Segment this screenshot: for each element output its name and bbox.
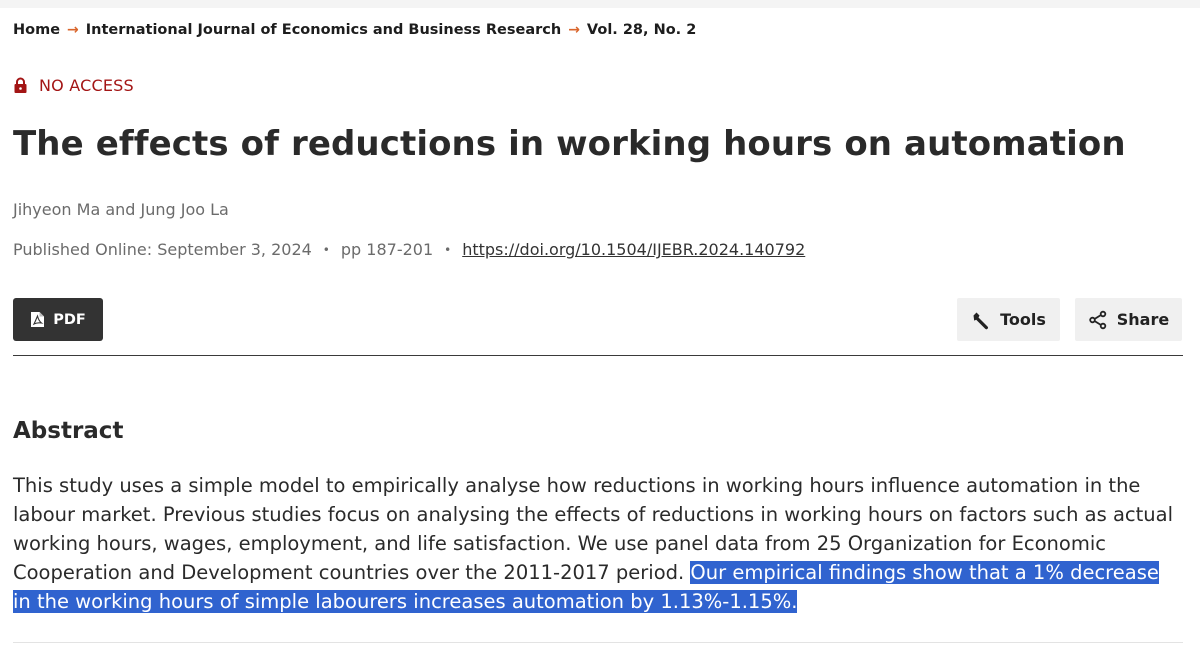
share-button[interactable]: Share <box>1075 298 1182 341</box>
breadcrumb-home-link[interactable]: Home <box>13 22 60 38</box>
tools-button-label: Tools <box>1000 310 1046 329</box>
doi-link[interactable]: https://doi.org/10.1504/IJEBR.2024.14079… <box>462 240 805 259</box>
abstract-heading: Abstract <box>13 418 124 444</box>
page-range: pp 187-201 <box>340 240 434 259</box>
wrench-icon <box>973 312 989 329</box>
top-strip <box>0 0 1200 8</box>
share-button-label: Share <box>1116 310 1170 329</box>
publication-date: Published Online: September 3, 2024 <box>13 240 312 259</box>
bottom-divider <box>13 642 1183 643</box>
pdf-file-icon <box>31 312 45 327</box>
breadcrumb-issue-link[interactable]: Vol. 28, No. 2 <box>587 22 696 38</box>
access-label: NO ACCESS <box>39 76 134 95</box>
article-authors: Jihyeon Ma and Jung Joo La <box>13 200 229 219</box>
access-status: NO ACCESS <box>13 76 134 95</box>
breadcrumb: Home → International Journal of Economic… <box>13 22 696 38</box>
breadcrumb-journal-link[interactable]: International Journal of Economics and B… <box>86 22 561 38</box>
share-icon <box>1089 310 1106 329</box>
meta-separator: • <box>444 242 452 257</box>
section-divider <box>13 355 1183 356</box>
abstract-text: This study uses a simple model to empiri… <box>13 471 1173 616</box>
breadcrumb-arrow-icon: → <box>568 22 580 38</box>
meta-separator: • <box>322 242 330 257</box>
pdf-button-label: PDF <box>53 311 86 328</box>
article-meta: Published Online: September 3, 2024 • pp… <box>13 240 805 259</box>
article-title: The effects of reductions in working hou… <box>13 124 1126 164</box>
pdf-button[interactable]: PDF <box>13 298 103 341</box>
breadcrumb-arrow-icon: → <box>67 22 79 38</box>
tools-button[interactable]: Tools <box>957 298 1060 341</box>
lock-icon <box>14 77 27 93</box>
